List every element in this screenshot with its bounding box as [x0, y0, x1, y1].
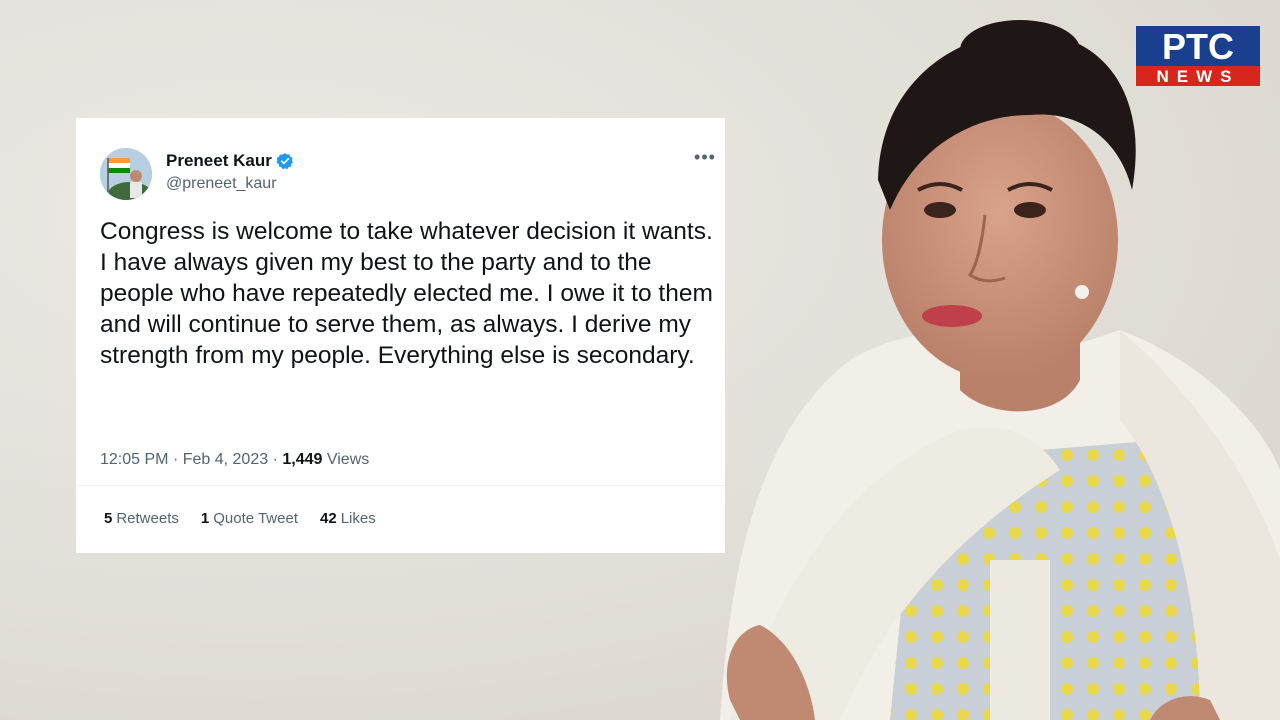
svg-text:NEWS: NEWS: [1157, 67, 1240, 86]
tweet-date[interactable]: Feb 4, 2023: [183, 451, 268, 468]
tweet-card: Preneet Kaur @preneet_kaur ••• Congress …: [76, 118, 725, 553]
author-row: Preneet Kaur: [166, 151, 294, 171]
author-name[interactable]: Preneet Kaur: [166, 151, 272, 171]
quote-tweets-count: 1: [200, 510, 210, 527]
more-horizontal-icon[interactable]: •••: [694, 148, 716, 169]
views-label: Views: [326, 451, 370, 468]
engagement-stats: 5 Retweets 1 Quote Tweet 42 Likes: [104, 510, 376, 527]
separator-dot: ·: [172, 451, 183, 468]
views-count: 1,449: [282, 451, 323, 468]
retweets-label: Retweets: [116, 510, 179, 527]
retweets-stat[interactable]: 5 Retweets: [104, 510, 179, 527]
tweet-text-line: I have always given my best to the party…: [100, 249, 713, 369]
tweet-text-line: Congress is welcome to take whatever dec…: [100, 218, 713, 245]
quote-tweets-label: Quote Tweet: [213, 510, 298, 527]
verified-badge-icon: [276, 153, 293, 170]
likes-stat[interactable]: 42 Likes: [320, 510, 376, 527]
avatar[interactable]: [100, 148, 152, 200]
tweet-time[interactable]: 12:05 PM: [100, 451, 168, 468]
separator-dot: ·: [272, 451, 283, 468]
retweets-count: 5: [104, 510, 113, 527]
svg-text:PTC: PTC: [1162, 26, 1234, 67]
ptc-news-logo: PTC NEWS: [1136, 26, 1260, 86]
quote-tweets-stat[interactable]: 1 Quote Tweet: [201, 510, 298, 527]
author-handle[interactable]: @preneet_kaur: [166, 175, 277, 193]
avatar-image: [100, 148, 152, 200]
tweet-text: Congress is welcome to take whatever dec…: [100, 216, 718, 371]
tweet-meta: 12:05 PM · Feb 4, 2023 · 1,449 Views: [100, 451, 369, 469]
likes-label: Likes: [340, 510, 376, 527]
divider: [76, 485, 725, 486]
likes-count: 42: [320, 510, 337, 527]
